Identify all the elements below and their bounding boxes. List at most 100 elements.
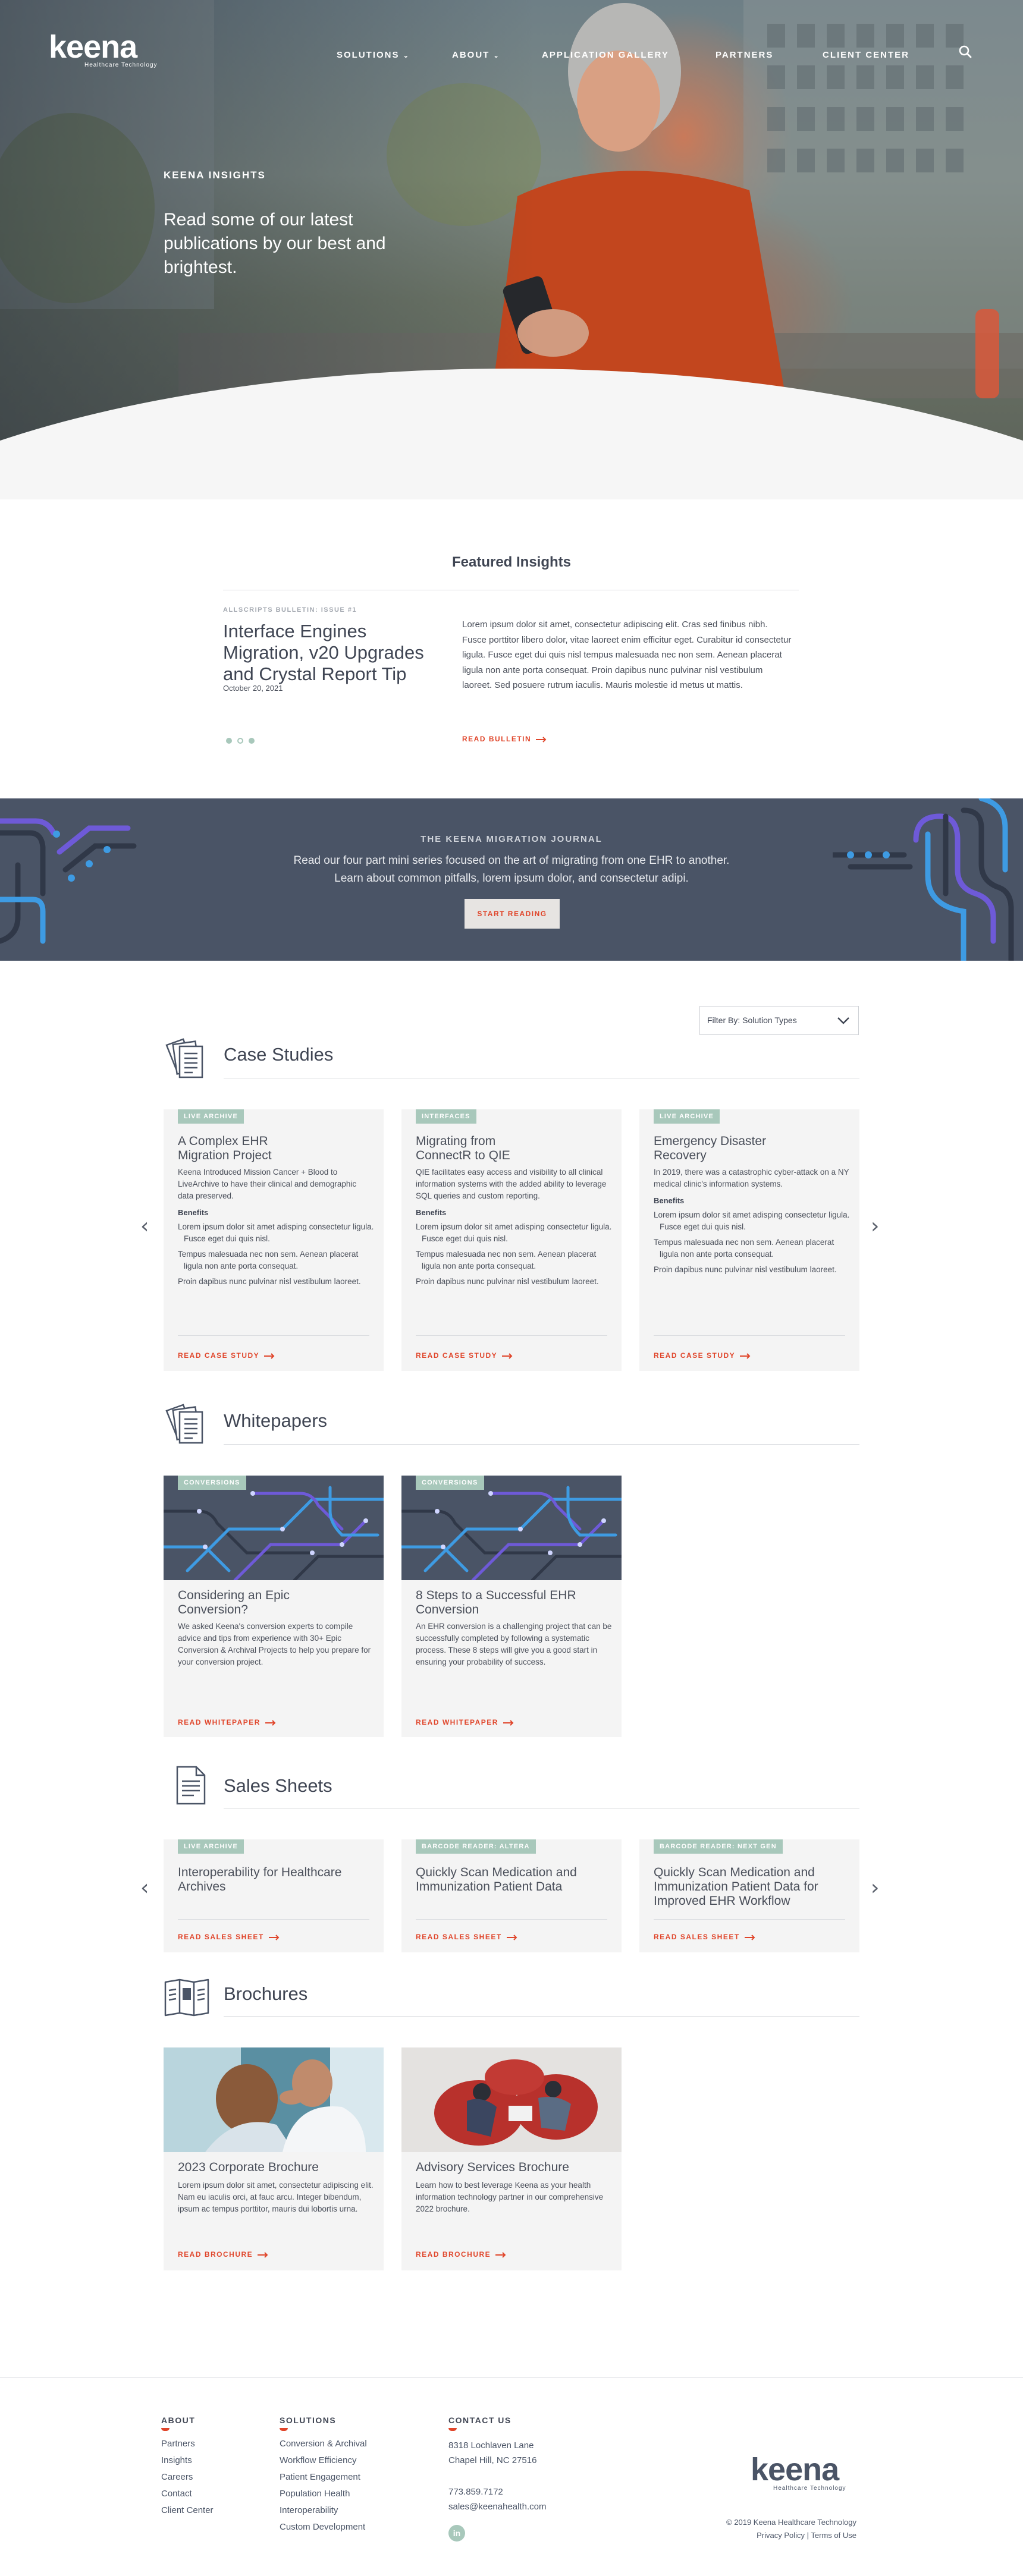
read-bulletin-link[interactable]: READ BULLETIN [462,735,547,743]
section-divider [224,1444,859,1445]
read-brochure-link[interactable]: READ BROCHURE [416,2250,506,2259]
card-title: Advisory Services Brochure [416,2160,569,2174]
footer-link[interactable]: Interoperability [280,2502,367,2519]
contact-email[interactable]: sales@keenahealth.com [448,2499,547,2514]
card-desc: Keena Introduced Mission Cancer + Blood … [178,1168,357,1200]
footer-link[interactable]: Contact [161,2486,214,2502]
brochure-card[interactable]: 2023 Corporate Brochure Lorem ipsum dolo… [164,2047,384,2270]
nav-solutions[interactable]: SOLUTIONS ⌄ [337,50,410,60]
footer-link[interactable]: Population Health [280,2486,367,2502]
read-sales-sheet-link[interactable]: READ SALES SHEET [178,1933,280,1941]
benefits-label: Benefits [416,1208,447,1217]
footer-about-list: Partners Insights Careers Contact Client… [161,2436,214,2519]
footer-legal: © 2019 Keena Healthcare Technology Priva… [702,2516,856,2542]
category-badge: CONVERSIONS [178,1476,246,1490]
card-body: Keena Introduced Mission Cancer + Blood … [178,1166,374,1291]
legal-links: Privacy Policy | Terms of Use [702,2529,856,2542]
link-label: READ BROCHURE [416,2250,491,2259]
read-case-study-link[interactable]: READ CASE STUDY [416,1351,513,1360]
card-divider [416,1335,607,1336]
footer-link[interactable]: Workflow Efficiency [280,2452,367,2469]
case-study-card[interactable]: INTERFACES Migrating from ConnectR to QI… [401,1109,622,1371]
read-whitepaper-link[interactable]: READ WHITEPAPER [416,1718,514,1726]
featured-body: Lorem ipsum dolor sit amet, consectetur … [462,619,792,690]
circuit-pattern-icon [164,1486,384,1580]
arrow-right-icon [265,1720,276,1726]
nav-about[interactable]: ABOUT ⌄ [452,50,500,60]
carousel-prev-icon[interactable]: ‹ [140,1876,149,1900]
journal-line-2: Learn about common pitfalls, lorem ipsum… [334,872,689,885]
brochure-photo [164,2047,384,2152]
benefit-item: Tempus malesuada nec non sem. Aenean pla… [654,1238,834,1259]
read-case-study-link[interactable]: READ CASE STUDY [654,1351,751,1360]
arrow-right-icon [744,1935,755,1940]
footer-contact: CONTACT US 8318 Lochlaven Lane Chapel Hi… [448,2415,547,2542]
carousel-next-icon[interactable]: › [871,1214,879,1238]
footer-link[interactable]: Partners [161,2436,214,2452]
keena-logo[interactable]: keena Healthcare Technology [49,31,158,68]
sales-sheet-card[interactable]: BARCODE READER: ALTERA Quickly Scan Medi… [401,1839,622,1952]
brochure-card[interactable]: Advisory Services Brochure Learn how to … [401,2047,622,2270]
link-label: READ CASE STUDY [654,1351,736,1360]
benefit-item: Tempus malesuada nec non sem. Aenean pla… [178,1250,359,1270]
footer-link[interactable]: Insights [161,2452,214,2469]
contact-address-line: Chapel Hill, NC 27516 [448,2455,537,2465]
terms-of-use-link[interactable]: Terms of Use [811,2531,856,2540]
case-study-card[interactable]: LIVE ARCHIVE A Complex EHR Migration Pro… [164,1109,384,1371]
carousel-next-icon[interactable]: › [871,1876,879,1900]
solution-type-filter[interactable]: Filter By: Solution Types [699,1006,859,1035]
card-divider [178,1919,369,1920]
card-desc: In 2019, there was a catastrophic cyber-… [654,1168,849,1188]
case-study-card[interactable]: LIVE ARCHIVE Emergency Disaster Recovery… [639,1109,859,1371]
read-case-study-link[interactable]: READ CASE STUDY [178,1351,275,1360]
nav-application-gallery[interactable]: APPLICATION GALLERY [542,50,669,60]
footer-logo[interactable]: keena Healthcare Technology [751,2454,846,2492]
link-label: READ BULLETIN [462,735,532,743]
read-whitepaper-link[interactable]: READ WHITEPAPER [178,1718,276,1726]
linkedin-icon[interactable]: in [448,2525,465,2542]
contact-address-line: 8318 Lochlaven Lane [448,2440,534,2451]
card-desc: Lorem ipsum dolor sit amet, consectetur … [178,2181,374,2213]
whitepaper-card[interactable]: CONVERSIONS Considering an Epic Conversi… [164,1476,384,1737]
sales-sheet-card[interactable]: BARCODE READER: NEXT GEN Quickly Scan Me… [639,1839,859,1952]
filter-label: Filter By: Solution Types [707,1015,797,1025]
featured-headline[interactable]: Interface Engines Migration, v20 Upgrade… [223,621,443,685]
category-badge: LIVE ARCHIVE [178,1839,244,1854]
card-divider [416,1919,607,1920]
slider-dot-active[interactable] [237,738,243,744]
benefits-list: Lorem ipsum dolor sit amet adisping cons… [654,1209,850,1276]
benefit-item: Proin dapibus nunc pulvinar nisl vestibu… [178,1277,361,1286]
benefit-item: Lorem ipsum dolor sit amet adisping cons… [178,1222,374,1243]
slider-dot[interactable] [249,738,255,744]
arrow-right-icon [268,1935,280,1940]
benefits-label: Benefits [654,1196,685,1205]
read-sales-sheet-link[interactable]: READ SALES SHEET [654,1933,755,1941]
hero-eyebrow: KEENA INSIGHTS [164,169,266,181]
search-icon[interactable] [959,45,972,58]
start-reading-button[interactable]: START READING [465,899,560,929]
privacy-policy-link[interactable]: Privacy Policy [757,2531,805,2540]
card-title: Quickly Scan Medication and Immunization… [654,1866,818,1908]
slider-dot[interactable] [226,738,232,744]
contact-phone[interactable]: 773.859.7172 [448,2484,547,2499]
nav-partners[interactable]: PARTNERS [716,50,773,60]
carousel-prev-icon[interactable]: ‹ [140,1214,149,1238]
circuit-thumbnail [401,1476,622,1580]
card-body: In 2019, there was a catastrophic cyber-… [654,1166,850,1279]
footer-link[interactable]: Conversion & Archival [280,2436,367,2452]
sales-sheet-card[interactable]: LIVE ARCHIVE Interoperability for Health… [164,1839,384,1952]
read-sales-sheet-link[interactable]: READ SALES SHEET [416,1933,517,1941]
hero-title: Read some of our latest publications by … [164,210,386,277]
footer-link[interactable]: Patient Engagement [280,2469,367,2486]
category-badge: LIVE ARCHIVE [654,1109,720,1124]
link-label: READ CASE STUDY [416,1351,498,1360]
nav-client-center[interactable]: CLIENT CENTER [823,50,909,60]
footer-link[interactable]: Custom Development [280,2519,367,2536]
read-brochure-link[interactable]: READ BROCHURE [178,2250,268,2259]
card-title: Emergency Disaster Recovery [654,1134,767,1162]
brochure-icon [164,1979,209,2017]
chevron-down-icon: ⌄ [403,52,410,59]
whitepaper-card[interactable]: CONVERSIONS 8 Steps to a Successful EHR … [401,1476,622,1737]
footer-link[interactable]: Client Center [161,2502,214,2519]
footer-link[interactable]: Careers [161,2469,214,2486]
